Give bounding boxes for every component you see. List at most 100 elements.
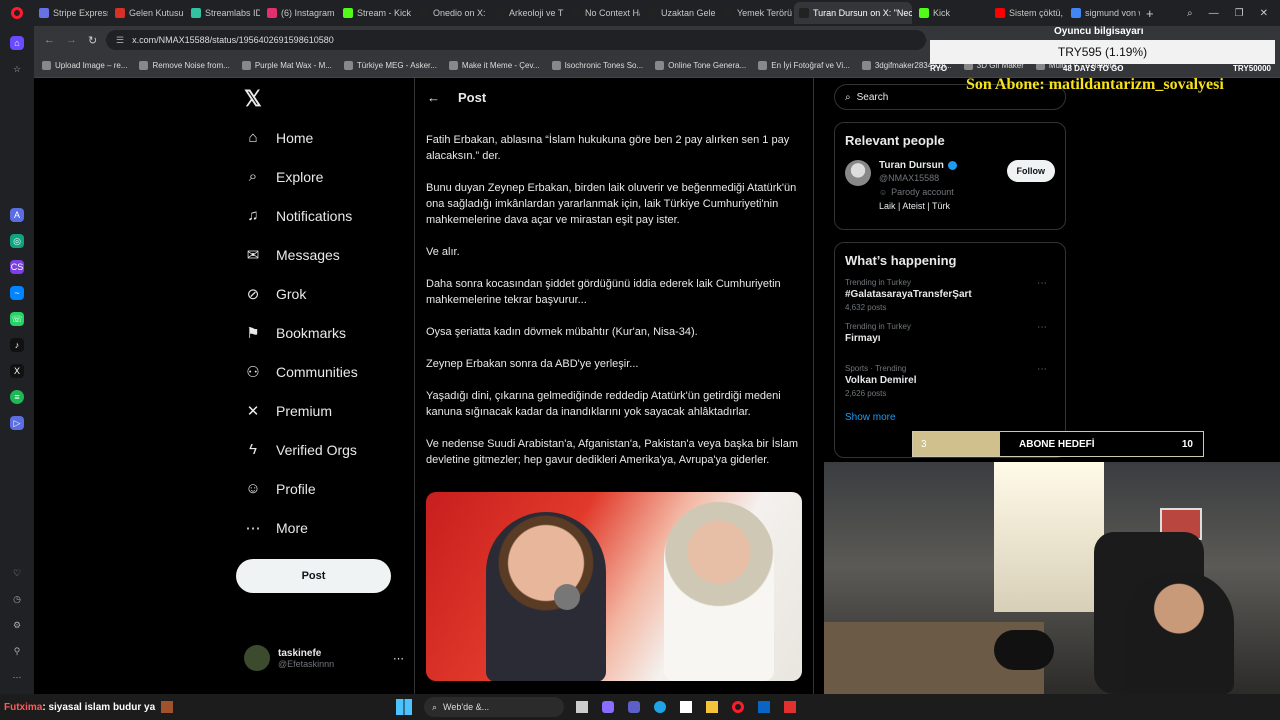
tab-label: Sistem çöktü, b [1009,8,1064,18]
trend-item[interactable]: Sports · Trending Volkan Demirel 2,626 pos… [845,364,1055,398]
tiktok-icon[interactable]: ♪ [10,338,24,352]
tab-item[interactable]: Kick [914,2,988,24]
bookmark-label: Make it Meme - Çev... [461,61,540,70]
nav-item-grok[interactable]: ⊘ Grok [236,274,416,313]
aria-icon[interactable]: A [10,208,24,222]
wps-icon[interactable] [784,701,796,713]
trend-more-icon[interactable]: ⋯ [1037,278,1047,289]
tab-item[interactable]: No Context Ha [566,2,640,24]
tab-favicon-icon [995,8,1005,18]
nav-item-explore[interactable]: ⌕ Explore [236,157,416,196]
bookmark-item[interactable]: Isochronic Tones So... [551,61,643,70]
tab-item[interactable]: Stripe Express [34,2,108,24]
edge-icon[interactable] [654,701,666,713]
copilot-icon[interactable] [602,701,614,713]
new-tab-button[interactable]: + [1146,6,1154,21]
bookmark-item[interactable]: Purple Mat Wax - M... [241,61,332,70]
search-tabs-icon[interactable]: ⌕ [1187,8,1193,19]
tab-item[interactable]: sigmund von w [1066,2,1140,24]
last-subscriber-text: Son Abone: matildantarizm_sovalyesi [966,76,1224,93]
tab-item[interactable]: Uzaktan Gelen [642,2,716,24]
spotify-icon[interactable]: ≡ [10,390,24,404]
explorer-icon[interactable] [706,701,718,713]
heart-icon[interactable]: ♡ [10,566,24,580]
nav-label: Home [276,129,314,146]
tab-active[interactable]: Turan Dursun on X: "Nec [794,2,912,24]
image-microphone [554,584,580,610]
nav-item-verified-orgs[interactable]: ϟ Verified Orgs [236,430,416,469]
bookmark-item[interactable]: Upload Image – re... [42,61,127,70]
account-switcher[interactable]: taskinefe @Efetaskinnn ⋯ [244,642,404,674]
back-icon[interactable]: ← [44,34,55,46]
outlook-icon[interactable] [758,701,770,713]
chatgpt-icon[interactable]: ◎ [10,234,24,248]
teams-icon[interactable] [628,701,640,713]
notifications-icon: ♫ [247,207,259,224]
show-more-link[interactable]: Show more [845,412,1055,423]
settings-icon[interactable]: ⚙ [10,618,24,632]
more-icon[interactable]: ⋯ [393,652,404,665]
bookmark-item[interactable]: Remove Noise from... [139,61,230,70]
history-icon[interactable]: ◷ [10,592,24,606]
nav-item-bookmarks[interactable]: ⚑ Bookmarks [236,313,416,352]
nav-item-notifications[interactable]: ♫ Notifications [236,196,416,235]
url-field[interactable]: ☰ x.com/NMAX15588/status/195640269159861… [106,30,926,50]
post-paragraph: Ve alır. [426,246,460,258]
whatsapp-icon[interactable]: ☏ [10,312,24,326]
donation-amount: TRY595 (1.19%) [1057,45,1148,59]
post-header: ← Post [415,78,813,116]
nav-item-more[interactable]: ⋯ More [236,508,416,547]
store-icon[interactable] [680,701,692,713]
bookmark-item[interactable]: Türkiye MEG - Asker... [343,61,437,70]
nav-item-premium[interactable]: ✕ Premium [236,391,416,430]
star-icon[interactable]: ☆ [10,62,24,76]
post-button[interactable]: Post [236,559,391,593]
home-icon[interactable]: ⌂ [10,36,24,50]
tab-item[interactable]: Gelen Kutusu (5 [110,2,184,24]
back-arrow-icon[interactable]: ← [427,90,440,105]
person-name[interactable]: Turan Dursun [879,160,944,171]
image-person-left [486,512,606,681]
task-view-icon[interactable] [576,701,588,713]
minimize-icon[interactable]: — [1209,8,1219,19]
trend-more-icon[interactable]: ⋯ [1037,322,1047,333]
post-image[interactable] [426,492,802,681]
trend-more-icon[interactable]: ⋯ [1037,364,1047,375]
nav-item-communities[interactable]: ⚇ Communities [236,352,416,391]
trend-item[interactable]: Trending in Turkey #GalatasarayaTransferŞ… [845,278,1055,312]
maximize-icon[interactable]: ❐ [1235,8,1244,19]
x-icon[interactable]: X [10,364,24,378]
follow-button[interactable]: Follow [1006,160,1055,182]
tab-item[interactable]: (6) Instagram [262,2,336,24]
ai-icon[interactable]: CS [10,260,24,274]
messenger-icon[interactable]: ~ [10,286,24,300]
person-avatar[interactable] [845,160,871,186]
opera-taskbar-icon[interactable] [732,701,744,713]
post-paragraph: Bunu duyan Zeynep Erbakan, birden laik o… [426,182,797,226]
site-info-icon[interactable]: ☰ [116,35,124,46]
close-window-icon[interactable]: ✕ [1260,8,1268,19]
tab-item[interactable]: Stream - Kick D [338,2,412,24]
tab-favicon-icon [571,8,581,18]
nav-item-messages[interactable]: ✉ Messages [236,235,416,274]
lightbulb-icon[interactable]: ⚲ [10,644,24,658]
trend-item[interactable]: Trending in Turkey Firmayı ⋯ [845,322,1055,354]
player-icon[interactable]: ▷ [10,416,24,430]
bookmark-item[interactable]: En İyi Fotoğraf ve Vi... [758,61,850,70]
more-sidebar-icon[interactable]: ⋯ [10,670,24,684]
tab-item[interactable]: Yemek Terörü ¢ [718,2,792,24]
tab-item[interactable]: Arkeoloji ve TÜ [490,2,564,24]
tab-item[interactable]: Onedio on X: " [414,2,488,24]
opera-logo[interactable] [0,7,34,19]
windows-start-icon[interactable] [396,699,412,715]
nav-item-profile[interactable]: ☺ Profile [236,469,416,508]
nav-item-home[interactable]: ⌂ Home [236,118,416,157]
taskbar-search[interactable]: ⌕ Web'de &... [424,697,564,717]
tab-item[interactable]: Sistem çöktü, b [990,2,1064,24]
reload-icon[interactable]: ↻ [88,34,97,47]
bookmark-item[interactable]: Online Tone Genera... [655,61,746,70]
x-logo-icon[interactable]: 𝕏 [244,86,262,112]
forward-icon[interactable]: → [66,34,77,46]
bookmark-item[interactable]: Make it Meme - Çev... [448,61,540,70]
tab-item[interactable]: Streamlabs ID - [186,2,260,24]
